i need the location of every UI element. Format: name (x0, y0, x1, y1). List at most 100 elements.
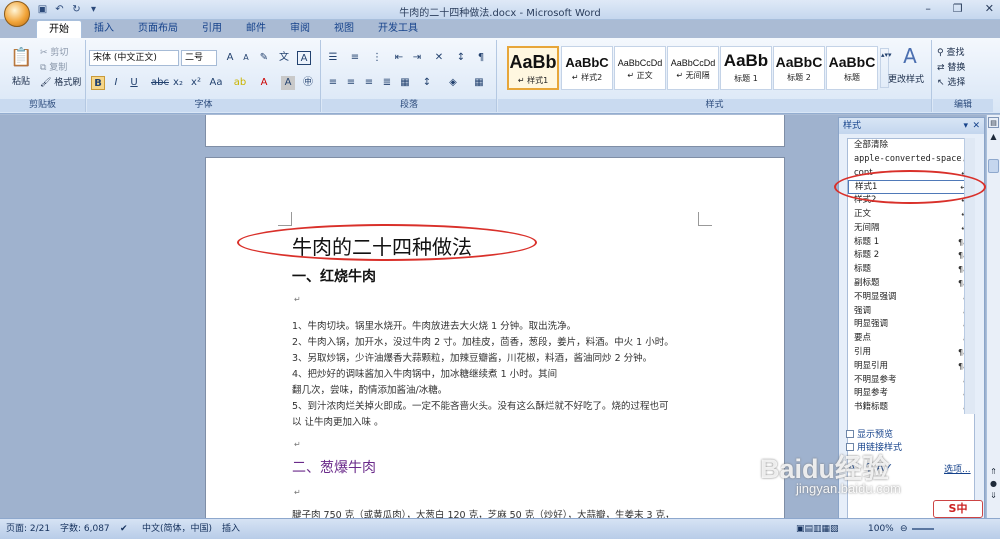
paste-button[interactable]: 粘贴 (12, 74, 30, 87)
spellcheck-icon[interactable]: ✔ (120, 519, 128, 539)
restore-icon[interactable]: ❐ (953, 2, 963, 15)
body-line[interactable]: 5、到汁浓肉烂关掉火即成。一定不能吝啬火头。没有这么酥烂就不好吃了。烧的过程也可 (292, 398, 669, 412)
tab-view[interactable]: 视图 (322, 20, 366, 38)
prev-page-icon[interactable]: ⇑ (988, 467, 999, 476)
change-styles-button[interactable]: 更改样式 (888, 72, 924, 85)
body-line[interactable]: 翻几次，尝味，酌情添加酱油/冰糖。 (292, 382, 447, 396)
close-icon[interactable]: ✕ (985, 2, 994, 15)
font-name-select[interactable]: 宋体 (中文正文) (89, 50, 179, 66)
clear-format-icon[interactable]: ✎ (257, 51, 271, 65)
style-item-title[interactable]: AaBbC 标题 (826, 46, 878, 90)
styles-list-item[interactable]: 标题 1 ¶a (848, 236, 974, 250)
styles-list-item[interactable]: 引用 ¶a (848, 346, 974, 360)
styles-list-item[interactable]: 正文↵ (848, 208, 974, 222)
replace-button[interactable]: ⇄ 替换 (937, 60, 965, 73)
style-item-normal[interactable]: AaBbCcDd ↵ 正文 (614, 46, 666, 90)
styles-list-item[interactable]: 不明显参考a (848, 374, 974, 388)
scroll-up-icon[interactable]: ▲ (988, 132, 999, 141)
tab-insert[interactable]: 插入 (82, 20, 126, 38)
distributed-icon[interactable]: ▦ (398, 76, 412, 90)
document-vertical-scrollbar[interactable]: ▤ ▲ ⇑ ● ⇓ (986, 115, 1000, 518)
heading-1[interactable]: 一、红烧牛肉 (292, 266, 376, 286)
cut-button[interactable]: ✂ 剪切 (40, 45, 68, 58)
style-item-heading2[interactable]: AaBbC 标题 2 (773, 46, 825, 90)
underline-icon[interactable]: U (127, 76, 141, 90)
enclose-char-icon[interactable]: ㊥ (301, 76, 315, 90)
styles-list-item[interactable]: apple-converted-spacea (848, 153, 974, 167)
bullets-icon[interactable]: ☰ (326, 51, 340, 65)
styles-list-item[interactable]: 明显引用 ¶a (848, 360, 974, 374)
multilevel-list-icon[interactable]: ⋮ (370, 51, 384, 65)
minimize-icon[interactable]: – (925, 2, 931, 15)
style-item-no-spacing[interactable]: AaBbCcDd ↵ 无间隔 (667, 46, 719, 90)
tab-references[interactable]: 引用 (190, 20, 234, 38)
styles-list-item[interactable]: 全部清除 (848, 139, 974, 153)
body-line[interactable]: 以 让牛肉更加入味 。 (292, 414, 384, 428)
tab-mailings[interactable]: 邮件 (234, 20, 278, 38)
find-button[interactable]: ⚲ 查找 (937, 45, 964, 58)
bold-icon[interactable]: B (91, 76, 105, 90)
style-item-style2[interactable]: AaBbC ↵ 样式2 (561, 46, 613, 90)
status-zoom[interactable]: 100% (868, 519, 894, 539)
paste-icon[interactable]: 📋 (10, 46, 32, 70)
body-line[interactable]: 2、牛肉入锅，加开水，没过牛肉 2 寸。加桂皮，茴香，葱段，姜片，料酒。中火 1… (292, 334, 674, 348)
zoom-slider[interactable] (912, 528, 934, 530)
styles-list-item[interactable]: 副标题 ¶a (848, 277, 974, 291)
body-line[interactable]: 3、另取炒锅，少许油爆香大蒜颗粒，加辣豆瓣酱，川花椒，料酒，酱油同炒 2 分钟。 (292, 350, 652, 364)
status-mode[interactable]: 插入 (222, 519, 240, 539)
shading-icon[interactable]: ◈ (446, 76, 460, 90)
change-styles-icon[interactable]: A (898, 44, 922, 68)
align-left-icon[interactable]: ≡ (326, 76, 340, 90)
chinese-layout-icon[interactable]: ✕ (432, 51, 446, 65)
view-buttons-icon[interactable]: ▣▤▥▦▧ (796, 519, 839, 539)
heading-2[interactable]: 二、葱爆牛肉 (292, 457, 376, 477)
highlight-icon[interactable]: ab (233, 76, 247, 90)
body-line[interactable]: 4、把炒好的调味酱加入牛肉锅中，加冰糖继续煮 1 小时。其间 (292, 366, 557, 380)
zoom-out-icon[interactable]: ⊖ (900, 519, 908, 539)
styles-list-item[interactable]: 书籍标题a (848, 401, 974, 415)
format-painter-button[interactable]: 🖌 格式刷 (40, 75, 81, 88)
pane-close-icon[interactable]: ✕ (972, 118, 980, 134)
numbering-icon[interactable]: ≡ (348, 51, 362, 65)
styles-list-item[interactable]: 不明显强调a (848, 291, 974, 305)
borders-icon[interactable]: ▦ (472, 76, 486, 90)
styles-list-item[interactable]: 明显强调a (848, 318, 974, 332)
pane-menu-icon[interactable]: ▾ (963, 118, 968, 134)
ruler-toggle-icon[interactable]: ▤ (988, 117, 999, 128)
char-border-icon[interactable]: A (297, 51, 311, 65)
show-marks-icon[interactable]: ¶ (474, 51, 488, 65)
increase-indent-icon[interactable]: ⇥ (410, 51, 424, 65)
font-color-icon[interactable]: A (257, 76, 271, 90)
tab-review[interactable]: 审阅 (278, 20, 322, 38)
next-page-icon[interactable]: ⇓ (988, 491, 999, 500)
superscript-icon[interactable]: x² (189, 76, 203, 90)
styles-list-item[interactable]: 要点a (848, 332, 974, 346)
strikethrough-icon[interactable]: abc (151, 76, 169, 90)
show-preview-checkbox[interactable]: 显示预览 (846, 427, 893, 440)
tab-home[interactable]: 开始 (36, 20, 82, 38)
body-line[interactable]: 1、牛肉切块。锅里水烧开。牛肉放进去大火烧 1 分钟。取出洗净。 (292, 318, 576, 332)
browse-object-icon[interactable]: ● (988, 479, 999, 488)
status-page[interactable]: 页面: 2/21 (6, 519, 50, 539)
tab-page-layout[interactable]: 页面布局 (126, 20, 190, 38)
change-case-icon[interactable]: Aa (209, 76, 223, 90)
font-size-select[interactable]: 二号 (181, 50, 217, 66)
status-language[interactable]: 中文(简体，中国) (142, 519, 212, 539)
italic-icon[interactable]: I (109, 76, 123, 90)
phonetic-guide-icon[interactable]: 文 (277, 51, 291, 65)
styles-list-item[interactable]: 标题 ¶a (848, 263, 974, 277)
align-center-icon[interactable]: ≡ (344, 76, 358, 90)
styles-list-item[interactable]: 明显参考a (848, 387, 974, 401)
styles-list-item[interactable]: 标题 2 ¶a (848, 249, 974, 263)
select-button[interactable]: ↖ 选择 (937, 75, 965, 88)
ime-indicator[interactable]: S中 (933, 500, 983, 518)
align-right-icon[interactable]: ≡ (362, 76, 376, 90)
status-words[interactable]: 字数: 6,087 (60, 519, 110, 539)
grow-font-icon[interactable]: A (223, 51, 237, 65)
style-options-link[interactable]: 选项... (944, 462, 971, 475)
styles-list-item[interactable]: 强调a (848, 305, 974, 319)
tab-developer[interactable]: 开发工具 (366, 20, 430, 38)
line-spacing-icon[interactable]: ↕ (420, 76, 434, 90)
char-shading-icon[interactable]: A (281, 76, 295, 90)
justify-icon[interactable]: ≣ (380, 76, 394, 90)
